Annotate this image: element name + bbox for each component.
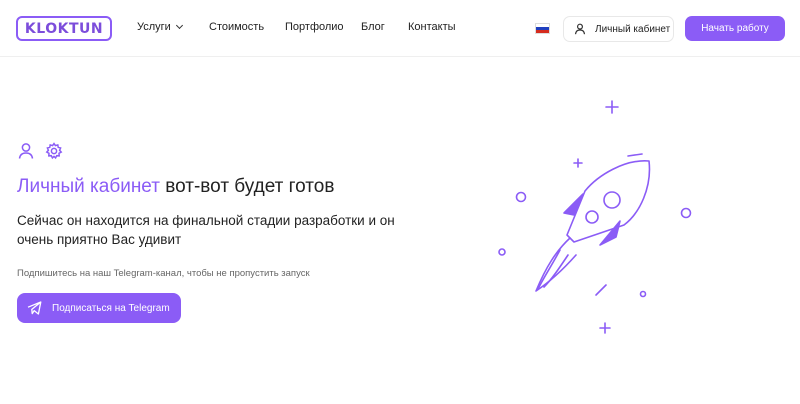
sparkle-icon: [573, 100, 619, 334]
gear-icon: [45, 142, 63, 160]
decor-circles: [498, 191, 692, 298]
nav-item-label: Услуги: [137, 21, 171, 33]
chevron-down-icon: [175, 21, 183, 30]
nav-item-portfolio[interactable]: Портфолио: [285, 21, 344, 33]
telegram-subscribe-button[interactable]: Подписаться на Telegram: [17, 293, 181, 323]
start-work-button[interactable]: Начать работу: [685, 16, 785, 41]
user-icon: [18, 143, 34, 159]
feature-icons: [17, 142, 63, 160]
rocket-icon: [535, 160, 651, 292]
nav-item-contacts[interactable]: Контакты: [408, 21, 456, 33]
nav-item-pricing[interactable]: Стоимость: [209, 21, 264, 33]
logo[interactable]: KLOKTUN: [16, 16, 112, 41]
personal-cabinet-button[interactable]: Личный кабинет: [563, 16, 674, 42]
personal-cabinet-label: Личный кабинет: [595, 23, 671, 35]
subscribe-hint: Подпишитесь на наш Telegram-канал, чтобы…: [17, 268, 310, 279]
nav-item-services[interactable]: Услуги: [137, 21, 183, 33]
site-header: KLOKTUN Услуги Стоимость Портфолио Блог …: [0, 0, 800, 57]
page-description: Сейчас он находится на финальной стадии …: [17, 213, 395, 247]
ru-flag-icon[interactable]: [535, 23, 550, 34]
nav-item-blog[interactable]: Блог: [361, 21, 385, 33]
page-title: Личный кабинет вот-вот будет готов: [17, 176, 334, 198]
telegram-icon: [27, 301, 42, 315]
page-title-rest: вот-вот будет готов: [159, 176, 335, 197]
telegram-button-label: Подписаться на Telegram: [52, 302, 170, 314]
page-title-accent: Личный кабинет: [17, 176, 160, 197]
rocket-illustration: [498, 100, 692, 334]
user-icon: [574, 23, 586, 35]
